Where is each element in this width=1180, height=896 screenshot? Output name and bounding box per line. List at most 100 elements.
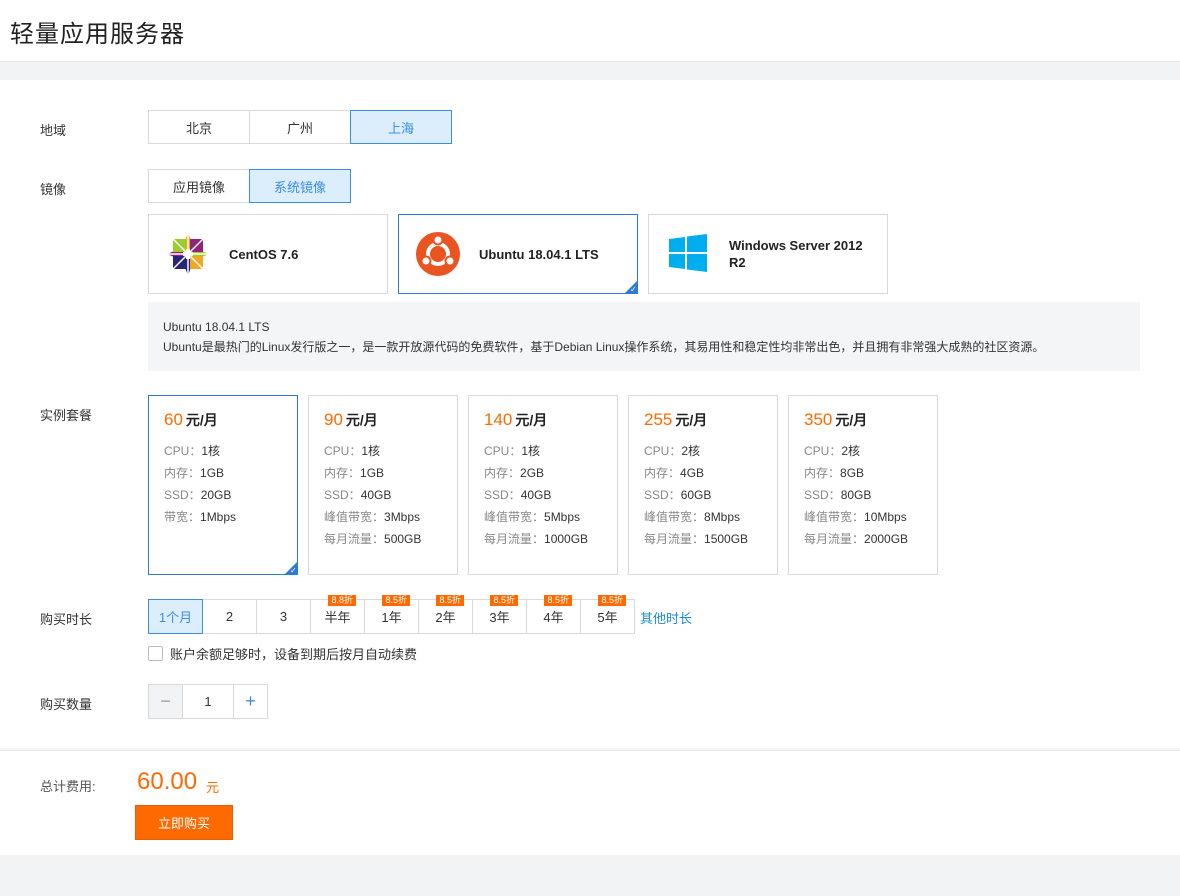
spec-value: 2GB (520, 466, 545, 480)
package-price-unit: 元/月 (345, 412, 378, 428)
ubuntu-logo-icon (416, 232, 460, 276)
spec-value: 2核 (681, 444, 701, 458)
spec-value: 5Mbps (544, 510, 581, 524)
duration-option-label: 2年 (435, 610, 456, 625)
package-spec: SSD：40GB (484, 484, 602, 506)
package-spec: SSD：80GB (804, 484, 922, 506)
quantity-increase-button[interactable]: + (233, 684, 268, 719)
package-price: 350 元/月 (804, 410, 922, 430)
quantity-decrease-button[interactable]: − (148, 684, 183, 719)
quantity-input[interactable] (183, 684, 233, 719)
spec-key: SSD： (804, 488, 841, 502)
duration-option[interactable]: 3 (256, 599, 311, 634)
package-card[interactable]: 60 元/月 CPU：1核 内存：1GB SSD：20GB 带宽：1Mbps ✓ (148, 395, 298, 575)
spec-key: CPU： (644, 444, 682, 458)
spec-key: 带宽： (164, 510, 201, 524)
package-price-value: 90 (324, 410, 343, 429)
duration-option[interactable]: 1个月 (148, 599, 203, 634)
spec-key: 内存： (484, 466, 521, 480)
duration-option-label: 1个月 (158, 610, 193, 625)
package-card[interactable]: 140 元/月 CPU：1核 内存：2GB SSD：40GB 峰值带宽：5Mbps 每月流量… (468, 395, 618, 575)
spec-key: 每月流量： (484, 532, 545, 546)
auto-renew-label: 账户余额足够时，设备到期后按月自动续费 (170, 647, 418, 662)
spec-key: 峰值带宽： (804, 510, 865, 524)
os-description: Ubuntu 18.04.1 LTS Ubuntu是最热门的Linux发行版之一… (148, 302, 1140, 371)
spec-value: 1核 (361, 444, 381, 458)
spec-value: 1核 (201, 444, 221, 458)
package-spec: 每月流量：500GB (324, 528, 442, 550)
duration-option-label: 3年 (489, 610, 510, 625)
image-type-tab[interactable]: 系统镜像 (249, 169, 351, 203)
discount-badge: 8.5折 (544, 595, 572, 606)
spec-key: 内存： (804, 466, 841, 480)
package-card[interactable]: 350 元/月 CPU：2核 内存：8GB SSD：80GB 峰值带宽：10Mbps 每月流… (788, 395, 938, 575)
duration-option-label: 4年 (543, 610, 564, 625)
duration-option[interactable]: 2年 8.5折 (418, 595, 473, 634)
auto-renew-checkbox[interactable] (148, 646, 163, 661)
duration-label: 购买时长 (40, 612, 93, 627)
package-spec: 每月流量：2000GB (804, 528, 922, 550)
spec-key: 内存： (164, 466, 201, 480)
region-option[interactable]: 广州 (249, 110, 351, 144)
spec-value: 1000GB (544, 532, 589, 546)
spec-key: CPU： (804, 444, 842, 458)
package-card[interactable]: 255 元/月 CPU：2核 内存：4GB SSD：60GB 峰值带宽：8Mbps 每月流量… (628, 395, 778, 575)
duration-option[interactable]: 1年 8.5折 (364, 595, 419, 634)
spec-value: 1GB (200, 466, 225, 480)
total-cost-value: 60.00 (137, 768, 198, 795)
page-title: 轻量应用服务器 (10, 21, 185, 48)
package-spec: 带宽：1Mbps (164, 506, 282, 528)
os-option-windows[interactable]: Windows Server 2012 R2 (648, 214, 888, 294)
duration-option[interactable]: 4年 8.5折 (526, 595, 581, 634)
package-price-value: 60 (164, 410, 183, 429)
duration-option[interactable]: 5年 8.5折 (580, 595, 635, 634)
package-price-unit: 元/月 (515, 412, 548, 428)
spec-value: 500GB (384, 532, 422, 546)
image-type-tab[interactable]: 应用镜像 (148, 169, 250, 203)
spec-value: 1500GB (704, 532, 749, 546)
spec-key: 每月流量： (804, 532, 865, 546)
buy-now-button[interactable]: 立即购买 (135, 805, 233, 840)
package-spec: 峰值带宽：5Mbps (484, 506, 602, 528)
package-price-value: 140 (484, 410, 513, 429)
spec-key: SSD： (484, 488, 521, 502)
duration-option-label: 2 (225, 609, 234, 624)
quantity-stepper: − + (148, 684, 268, 719)
other-duration-link[interactable]: 其他时长 (640, 608, 692, 627)
duration-option[interactable]: 半年 8.8折 (310, 595, 365, 634)
spec-key: 峰值带宽： (484, 510, 545, 524)
selected-check-icon: ✓ (624, 280, 638, 294)
duration-option-label: 5年 (597, 610, 618, 625)
spec-value: 4GB (680, 466, 705, 480)
duration-option[interactable]: 3年 8.5折 (472, 595, 527, 634)
region-selector: 北京 广州 上海 (148, 110, 452, 144)
package-spec: 内存：1GB (164, 462, 282, 484)
package-price-value: 350 (804, 410, 833, 429)
region-option[interactable]: 上海 (350, 110, 452, 144)
package-spec: CPU：1核 (164, 440, 282, 462)
package-spec: 每月流量：1000GB (484, 528, 602, 550)
quantity-label: 购买数量 (40, 697, 93, 712)
duration-option[interactable]: 2 (202, 599, 257, 634)
os-option-ubuntu[interactable]: Ubuntu 18.04.1 LTS ✓ (398, 214, 638, 294)
os-option-centos[interactable]: CentOS 7.6 (148, 214, 388, 294)
os-name: Ubuntu 18.04.1 LTS (479, 246, 599, 262)
os-description-text: Ubuntu是最热门的Linux发行版之一，是一款开放源代码的免费软件，基于De… (163, 340, 1045, 354)
spec-value: 3Mbps (384, 510, 421, 524)
spec-value: 2000GB (864, 532, 909, 546)
spec-value: 40GB (520, 488, 552, 502)
region-option[interactable]: 北京 (148, 110, 250, 144)
package-spec: 峰值带宽：3Mbps (324, 506, 442, 528)
spec-key: 峰值带宽： (644, 510, 705, 524)
spec-key: SSD： (644, 488, 681, 502)
package-card[interactable]: 90 元/月 CPU：1核 内存：1GB SSD：40GB 峰值带宽：3Mbps 每月流量：… (308, 395, 458, 575)
os-name: Windows Server 2012 R2 (729, 238, 863, 270)
spec-key: 内存： (644, 466, 681, 480)
spec-key: SSD： (324, 488, 361, 502)
package-price-unit: 元/月 (835, 412, 868, 428)
package-price: 255 元/月 (644, 410, 762, 430)
package-spec: SSD：60GB (644, 484, 762, 506)
package-spec: 每月流量：1500GB (644, 528, 762, 550)
package-price: 60 元/月 (164, 410, 282, 430)
package-price-value: 255 (644, 410, 673, 429)
